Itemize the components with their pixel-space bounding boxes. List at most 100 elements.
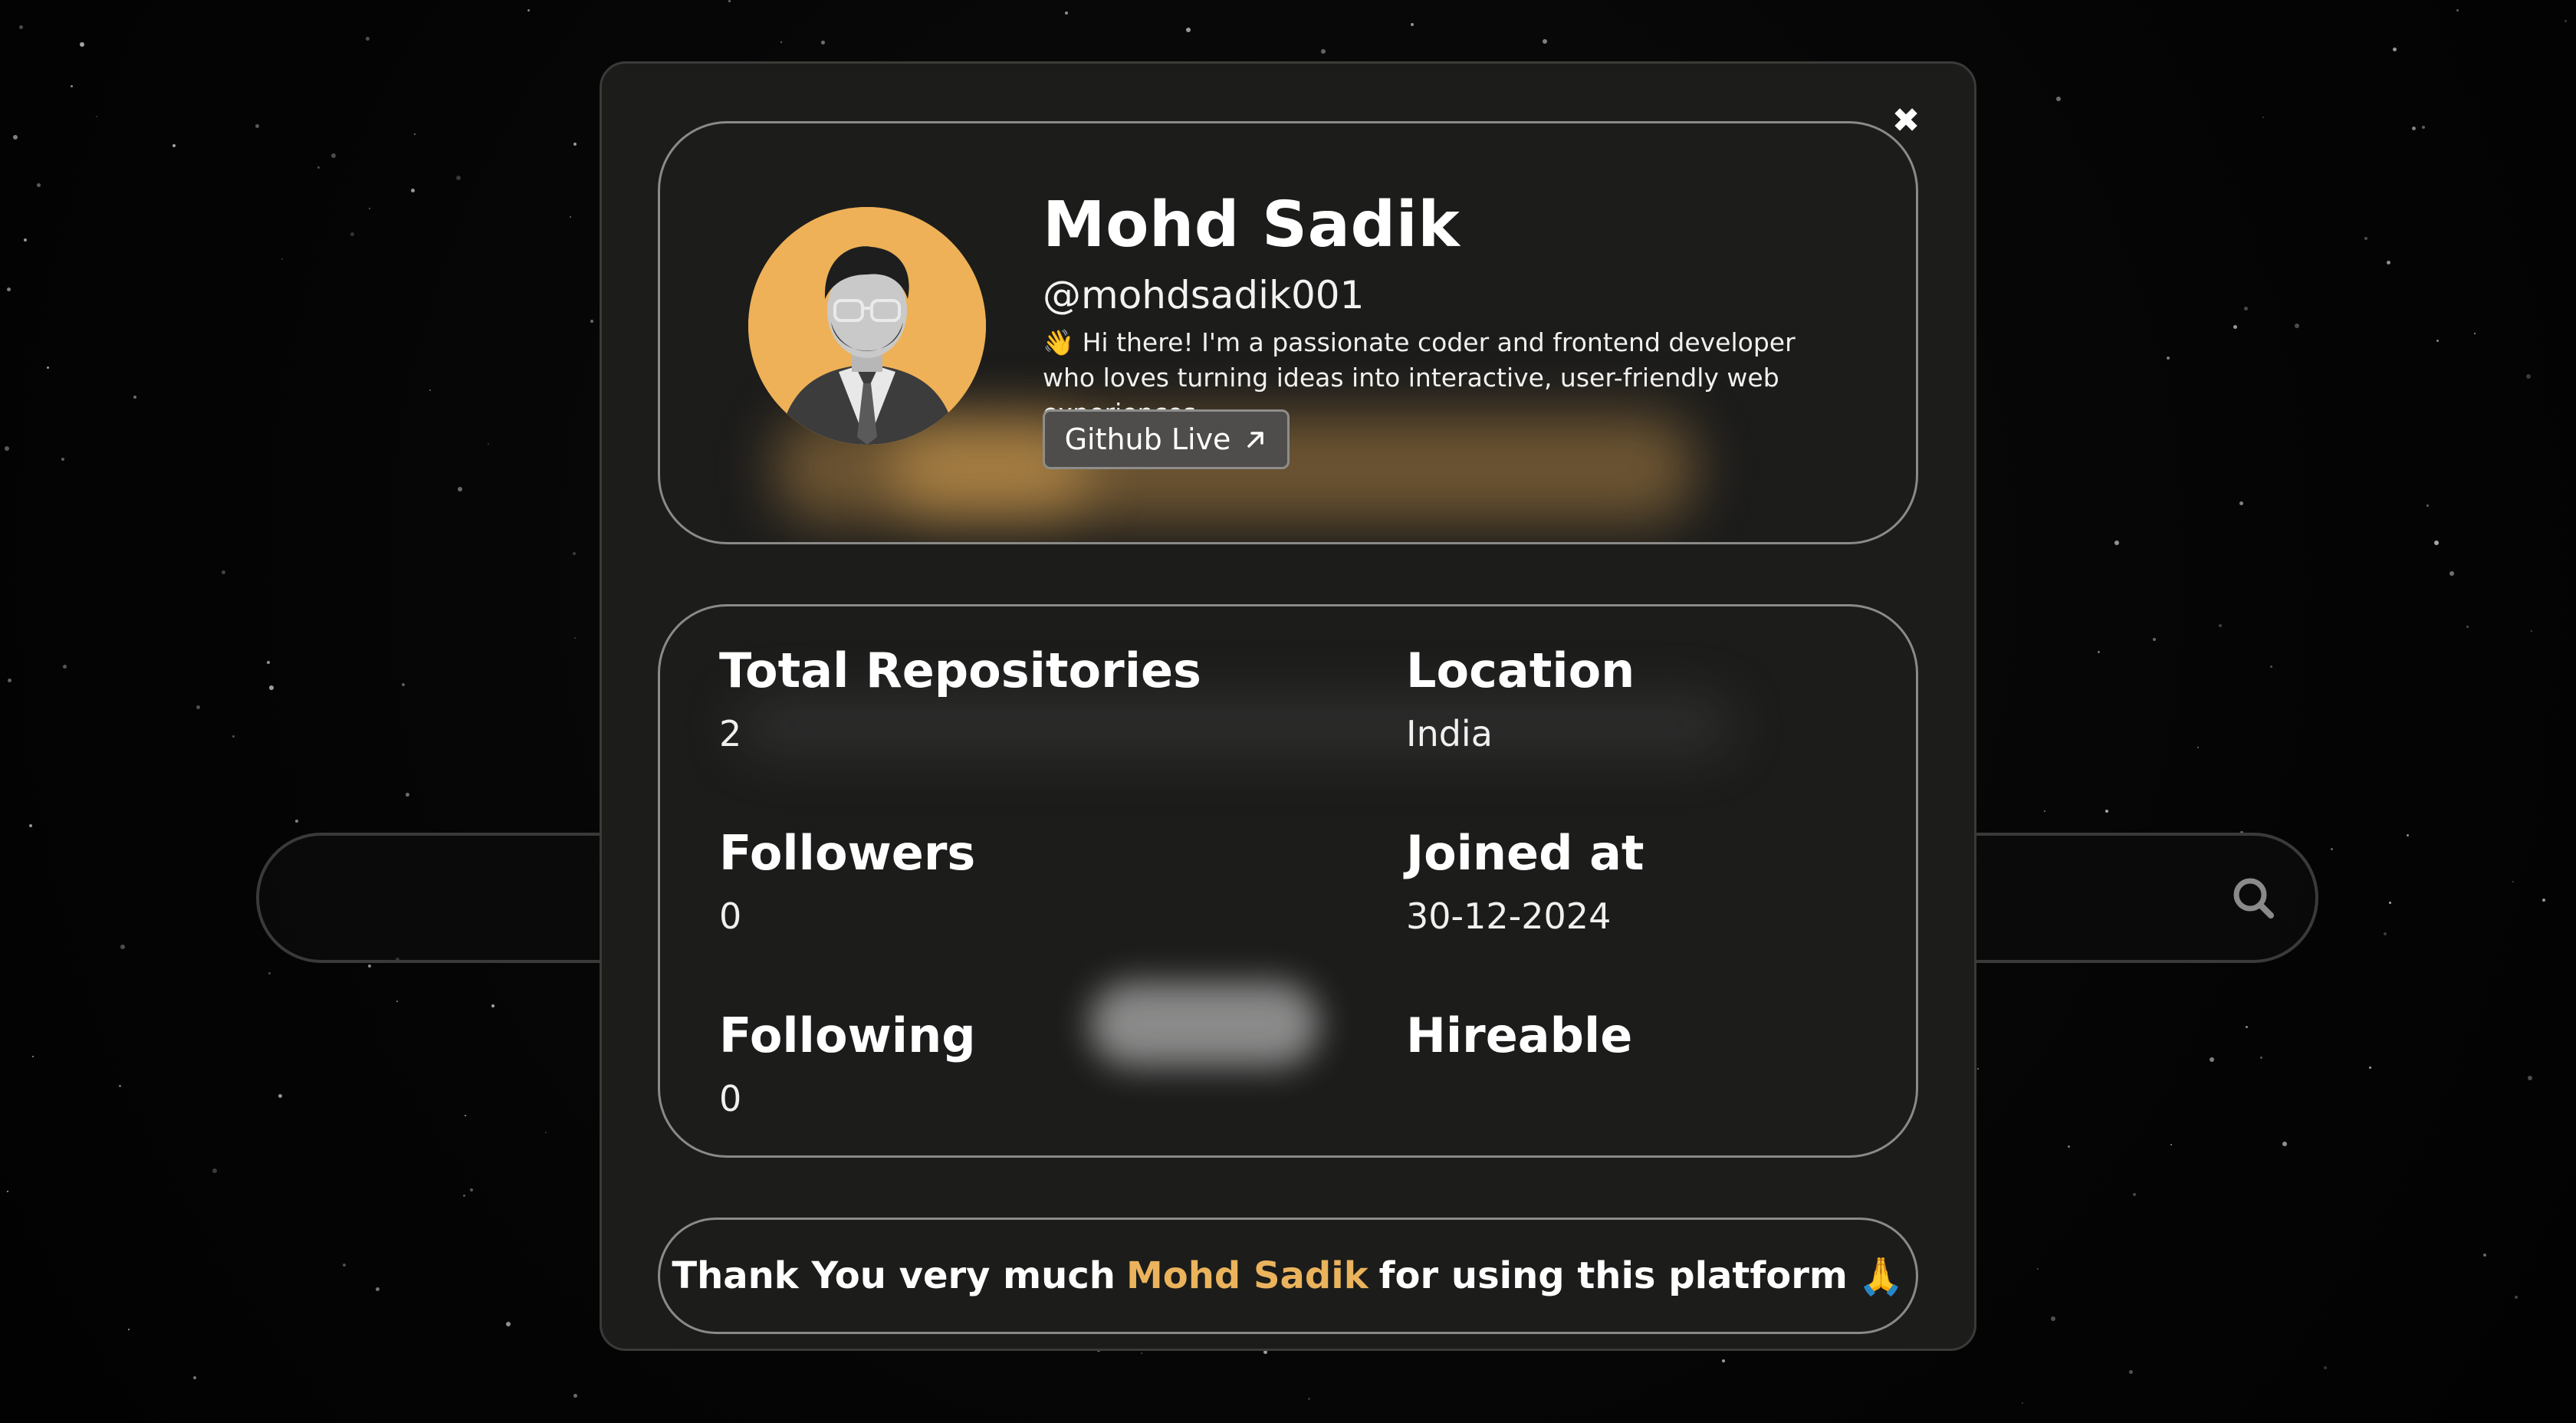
star — [2466, 626, 2469, 628]
star — [2170, 1144, 2172, 1145]
close-icon[interactable]: ✖ — [1892, 104, 1921, 138]
star — [2456, 9, 2459, 12]
star — [2098, 651, 2100, 653]
star — [61, 458, 64, 461]
star — [2037, 1268, 2039, 1270]
star — [119, 1085, 121, 1087]
star — [32, 1056, 34, 1057]
star — [2515, 1296, 2518, 1299]
star — [8, 679, 12, 682]
star — [2056, 97, 2061, 101]
star — [222, 570, 225, 574]
star — [574, 637, 576, 639]
card-glow — [737, 698, 1733, 752]
star — [317, 166, 320, 169]
star — [2270, 665, 2272, 668]
star — [369, 208, 370, 209]
following-label: Following — [719, 1007, 976, 1063]
star — [47, 366, 49, 369]
star — [128, 1329, 130, 1330]
star — [133, 396, 136, 399]
star — [268, 972, 271, 974]
star — [2526, 374, 2531, 379]
star — [2542, 899, 2545, 902]
star — [573, 1394, 577, 1398]
star — [2105, 810, 2108, 813]
star — [281, 258, 283, 260]
star — [1141, 1352, 1142, 1354]
star — [96, 116, 97, 117]
thanks-name: Mohd Sadik — [1125, 1254, 1368, 1297]
star — [2246, 1026, 2248, 1028]
avatar — [748, 207, 986, 445]
star — [545, 1132, 547, 1133]
star — [2068, 1145, 2070, 1148]
star — [590, 320, 593, 323]
star — [570, 216, 571, 218]
star — [2512, 881, 2514, 882]
star — [491, 1004, 495, 1007]
star — [343, 1264, 346, 1267]
joined-at-value: 30-12-2024 — [1406, 896, 1612, 937]
star — [2331, 848, 2333, 850]
total-repositories-label: Total Repositories — [719, 642, 1201, 698]
star — [1186, 28, 1191, 32]
star — [506, 1322, 511, 1326]
star — [573, 552, 576, 555]
star — [24, 238, 27, 242]
star — [63, 665, 67, 669]
star — [368, 965, 371, 968]
total-repositories-value: 2 — [719, 713, 742, 754]
star — [2282, 1142, 2287, 1146]
star — [255, 124, 259, 128]
hireable-label: Hireable — [1406, 1007, 1633, 1063]
star — [172, 144, 176, 147]
star — [2450, 571, 2454, 576]
profile-name: Mohd Sadik — [1043, 189, 1460, 261]
star — [527, 9, 530, 12]
star — [212, 1168, 217, 1173]
star — [2369, 1066, 2371, 1069]
star — [120, 945, 125, 949]
star — [2564, 20, 2567, 22]
arrow-up-right-icon — [1247, 432, 1264, 448]
pray-emoji: 🙏 — [1858, 1254, 1904, 1298]
star — [2153, 638, 2156, 641]
star — [2044, 810, 2045, 812]
star — [295, 820, 298, 823]
star — [1977, 1068, 1979, 1070]
star — [2022, 1402, 2023, 1404]
star — [2422, 126, 2425, 129]
star — [463, 1195, 465, 1197]
star — [193, 1376, 196, 1379]
star — [2210, 1057, 2214, 1062]
star — [376, 1287, 380, 1291]
star — [780, 41, 782, 43]
star — [1308, 1398, 1310, 1400]
star — [2407, 834, 2409, 836]
star — [29, 824, 32, 827]
star — [366, 37, 370, 41]
star — [19, 25, 23, 29]
star — [2426, 504, 2429, 507]
github-live-button[interactable]: Github Live — [1043, 409, 1290, 469]
star — [37, 183, 41, 187]
star — [728, 0, 731, 2]
github-live-label: Github Live — [1064, 422, 1231, 456]
star — [2387, 261, 2390, 265]
page-background: ✖ Mohd Sadik @mohdsadik001 👋 Hi there! I… — [0, 0, 2576, 1423]
star — [232, 735, 235, 738]
thanks-prefix: Thank You very much — [672, 1254, 1116, 1297]
search-icon[interactable] — [2229, 874, 2277, 922]
star — [1065, 12, 1068, 15]
star — [488, 443, 489, 445]
following-value: 0 — [719, 1078, 742, 1119]
star — [2531, 630, 2532, 632]
star — [80, 42, 84, 47]
wave-emoji: 👋 — [1043, 327, 1075, 357]
star — [414, 133, 416, 135]
star — [1321, 49, 1326, 54]
star — [2233, 325, 2237, 329]
star — [2295, 324, 2299, 328]
star — [2197, 747, 2199, 748]
